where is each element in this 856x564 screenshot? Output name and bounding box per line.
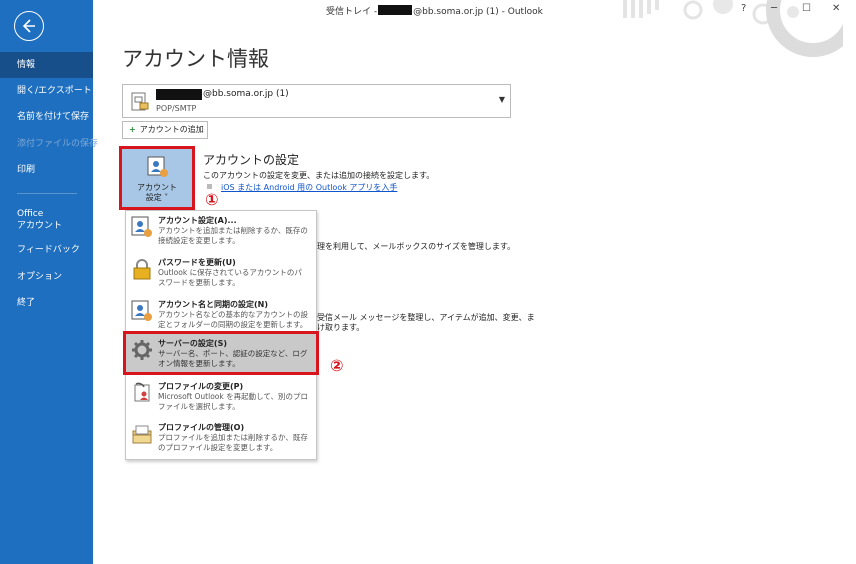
- account-settings-label-line1: アカウント: [137, 183, 177, 192]
- menu-item-server-settings[interactable]: サーバーの設定(S) サーバー名、ポート、認証の設定など、ログオン情報を更新しま…: [123, 331, 319, 375]
- menu-item-update-password[interactable]: パスワードを更新(U) Outlook に保存されているアカウントのパスワードを…: [126, 253, 316, 294]
- account-email: @bb.soma.or.jp (1): [203, 89, 289, 99]
- get-outlook-app-link[interactable]: iOS または Android 用の Outlook アプリを入手: [221, 182, 397, 193]
- account-type: POP/SMTP: [156, 104, 197, 113]
- section-description: このアカウントの設定を変更、または追加の接続を設定します。: [203, 171, 435, 180]
- sidebar-item-label: アカウント: [17, 221, 63, 231]
- menu-item-description: サーバー名、ポート、認証の設定など、ログオン情報を更新します。: [158, 349, 308, 368]
- menu-item-description: Microsoft Outlook を再起動して、別のプロファイルを選択します。: [158, 392, 308, 411]
- page-title: アカウント情報: [122, 47, 269, 71]
- account-settings-label-line2: 設定 ˅: [145, 193, 169, 202]
- redacted-block: [378, 5, 413, 15]
- sidebar-item-print[interactable]: 印刷: [0, 157, 93, 183]
- back-arrow-icon[interactable]: [14, 11, 44, 41]
- sidebar-item-save-as[interactable]: 名前を付けて保存: [0, 104, 93, 130]
- redacted-block: [156, 89, 202, 100]
- menu-item-description: プロファイルを追加または削除するか、既存のプロファイル設定を変更します。: [158, 433, 308, 452]
- sidebar-item-info[interactable]: 情報: [0, 52, 93, 78]
- sidebar-divider: [17, 193, 77, 194]
- account-settings-label: アカウント 設定 ˅: [122, 183, 192, 203]
- account-selector[interactable]: @bb.soma.or.jp (1) POP/SMTP ▼: [122, 84, 511, 118]
- menu-item-description: Outlook に保存されているアカウントのパスワードを更新します。: [158, 268, 302, 287]
- sidebar-item-office-account[interactable]: Office アカウント: [0, 206, 93, 236]
- plus-icon: +: [129, 125, 136, 134]
- change-profile-icon: [134, 382, 150, 402]
- minimize-button[interactable]: ─: [771, 3, 777, 14]
- window-title-suffix: @bb.soma.or.jp (1) - Outlook: [413, 7, 543, 17]
- gear-icon: [132, 340, 152, 360]
- account-settings-icon: [131, 216, 152, 237]
- sidebar-item-options[interactable]: オプション: [0, 264, 93, 290]
- sidebar-item-feedback[interactable]: フィードバック: [0, 237, 93, 263]
- bullet-icon: [207, 184, 212, 189]
- add-account-label: アカウントの追加: [139, 125, 204, 134]
- lock-icon: [133, 259, 151, 280]
- account-settings-button[interactable]: アカウント 設定 ˅: [119, 146, 195, 210]
- menu-item-description: アカウントを追加または削除するか、既存の接続設定を変更します。: [158, 226, 308, 245]
- menu-item-account-settings[interactable]: アカウント設定(A)... アカウントを追加または削除するか、既存の接続設定を変…: [126, 211, 316, 252]
- chevron-down-icon: ▼: [498, 95, 505, 104]
- sidebar-item-label: Office: [17, 209, 44, 219]
- menu-item-title: アカウント設定(A)...: [158, 216, 237, 225]
- sidebar: 情報 開く/エクスポート 名前を付けて保存 添付ファイルの保存 印刷 Offic…: [0, 0, 99, 564]
- menu-item-title: プロファイルの変更(P): [158, 382, 244, 391]
- account-settings-icon: [147, 156, 168, 177]
- menu-item-title: アカウント名と同期の設定(N): [158, 300, 269, 309]
- account-sync-icon: [131, 300, 152, 321]
- manage-profiles-icon: [132, 425, 152, 444]
- help-button[interactable]: ?: [741, 3, 746, 14]
- menu-item-description: アカウント名などの基本的なアカウントの設定とフォルダーの同期の設定を更新します。: [158, 310, 308, 329]
- background-text: 理を利用して、メールボックスのサイズを管理します。: [317, 242, 516, 251]
- account-settings-menu: アカウント設定(A)... アカウントを追加または削除するか、既存の接続設定を変…: [123, 210, 319, 460]
- background-text: け取ります。: [317, 323, 365, 332]
- sidebar-item-open-export[interactable]: 開く/エクスポート: [0, 78, 93, 104]
- menu-item-change-profile[interactable]: プロファイルの変更(P) Microsoft Outlook を再起動して、別の…: [126, 377, 316, 418]
- close-button[interactable]: ✕: [832, 3, 840, 14]
- add-account-button[interactable]: + アカウントの追加: [122, 121, 208, 139]
- marker-two: ②: [330, 356, 344, 375]
- title-bar: 受信トレイ - @bb.soma.or.jp (1) - Outlook ? ─ …: [93, 0, 856, 57]
- maximize-button[interactable]: ☐: [802, 3, 811, 14]
- menu-item-title: パスワードを更新(U): [158, 258, 236, 267]
- sidebar-item-save-attachments: 添付ファイルの保存: [17, 139, 99, 149]
- marker-one: ①: [205, 190, 219, 209]
- menu-item-manage-profiles[interactable]: プロファイルの管理(O) プロファイルを追加または削除するか、既存のプロファイル…: [126, 418, 316, 459]
- window-title: 受信トレイ - @bb.soma.or.jp (1) - Outlook: [326, 4, 543, 17]
- section-title: アカウントの設定: [203, 153, 300, 167]
- window-title-prefix: 受信トレイ -: [326, 7, 378, 17]
- sidebar-item-exit[interactable]: 終了: [0, 290, 93, 316]
- menu-item-account-name-sync[interactable]: アカウント名と同期の設定(N) アカウント名などの基本的なアカウントの設定とフォ…: [126, 295, 316, 336]
- menu-item-title: サーバーの設定(S): [158, 339, 227, 348]
- menu-item-title: プロファイルの管理(O): [158, 423, 245, 432]
- mail-account-icon: [131, 92, 149, 111]
